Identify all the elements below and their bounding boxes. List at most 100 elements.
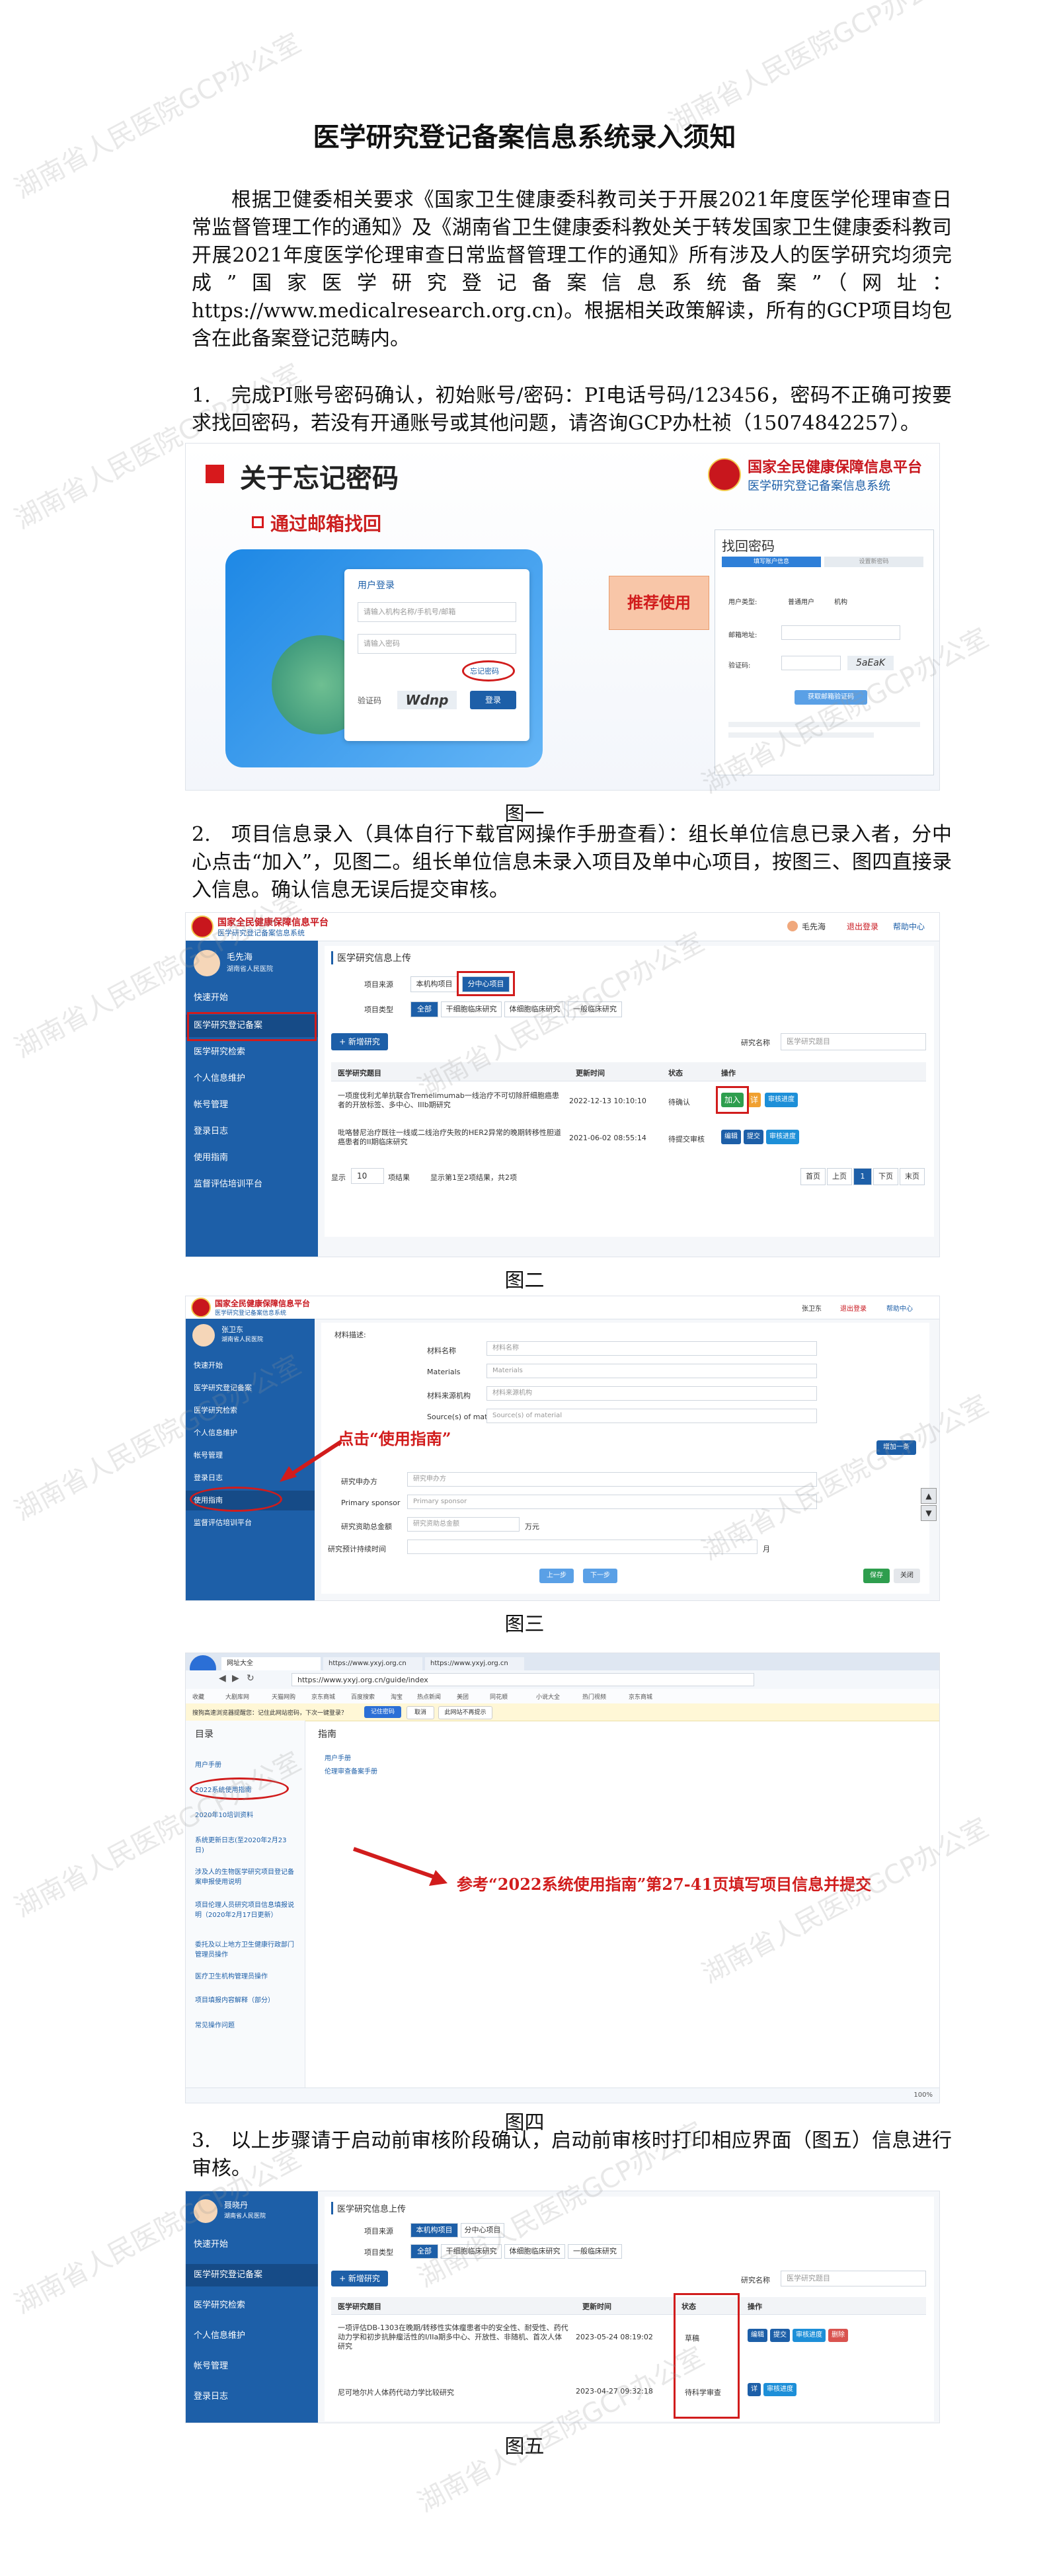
toc-item-5[interactable]: 涉及人的生物医学研究项目登记备案申报使用说明 <box>195 1866 294 1886</box>
save-button[interactable]: 保存 <box>863 1569 890 1583</box>
captcha-image[interactable]: Wdnp <box>397 691 457 709</box>
reset-captcha-image[interactable]: 5aEaK <box>847 656 894 670</box>
material-name-input[interactable]: 材料名称 <box>486 1341 817 1356</box>
cancel-remember-button[interactable]: 取消 <box>407 1706 434 1719</box>
type-tab-stem-cell[interactable]: 干细胞临床研究 <box>441 1001 502 1017</box>
bookmark-9[interactable]: 同花顺 <box>490 1692 508 1701</box>
prev-step-button[interactable]: 上一步 <box>539 1569 574 1583</box>
bookmark-1[interactable]: 收藏 <box>192 1692 204 1701</box>
toc-item-8[interactable]: 医疗卫生机构管理员操作 <box>195 1971 294 1980</box>
nav-profile[interactable]: 个人信息维护 <box>186 1068 318 1090</box>
nav-quick-start[interactable]: 快速开始 <box>186 2234 318 2256</box>
materials-input[interactable]: Materials <box>486 1364 817 1378</box>
type-tab-all[interactable]: 全部 <box>410 2244 438 2259</box>
material-source-input[interactable]: 材料来源机构 <box>486 1386 817 1401</box>
page-size-select[interactable]: 10 <box>351 1168 384 1184</box>
nav-login-log[interactable]: 登录日志 <box>186 2386 318 2408</box>
bookmark-2[interactable]: 大剧库网 <box>225 1692 249 1701</box>
nav-search[interactable]: 医学研究检索 <box>186 1401 315 1421</box>
row-1-progress-button[interactable]: 审核进度 <box>765 1093 798 1107</box>
help-link[interactable]: 帮助中心 <box>886 1303 913 1313</box>
login-username-input[interactable]: 请输入机构名称/手机号/邮箱 <box>358 602 516 622</box>
nav-training[interactable]: 监督评估培训平台 <box>186 1513 315 1533</box>
toc-item-3[interactable]: 2020年10培训资料 <box>195 1809 294 1819</box>
type-tab-general[interactable]: 一般临床研究 <box>568 2244 622 2259</box>
back-icon[interactable]: ◀ <box>219 1673 226 1684</box>
refresh-icon[interactable]: ↻ <box>247 1673 254 1684</box>
toc-item-7[interactable]: 委托及以上地方卫生健康行政部门管理员操作 <box>195 1939 294 1959</box>
type-tab-somatic[interactable]: 体细胞临床研究 <box>504 2244 565 2259</box>
type-tab-general[interactable]: 一般临床研究 <box>568 1001 622 1017</box>
row-1-detail-button[interactable]: 详 <box>748 1093 761 1107</box>
add-one-button[interactable]: 增加一条 <box>876 1440 916 1455</box>
reset-type-org[interactable]: 机构 <box>834 596 847 606</box>
tab-2[interactable]: https://www.yxyj.org.cn <box>323 1657 422 1670</box>
nav-login-log[interactable]: 登录日志 <box>186 1120 318 1143</box>
logout-link[interactable]: 退出登录 <box>840 1303 867 1313</box>
pager-page-1[interactable]: 1 <box>853 1168 872 1185</box>
tab-1[interactable]: 网址大全 <box>221 1657 321 1670</box>
add-research-button[interactable]: + 新增研究 <box>331 1033 388 1050</box>
row-1-progress-button[interactable]: 审核进度 <box>793 2329 826 2342</box>
remember-password-button[interactable]: 记住密码 <box>364 1706 401 1718</box>
nav-quick-start[interactable]: 快速开始 <box>186 1356 315 1376</box>
next-step-button[interactable]: 下一步 <box>583 1569 617 1583</box>
bookmark-7[interactable]: 热点新闻 <box>417 1692 441 1701</box>
nav-registration[interactable]: 医学研究登记备案 <box>186 1378 315 1398</box>
toc-item-1[interactable]: 用户手册 <box>195 1759 294 1769</box>
row-2-detail-button[interactable]: 详 <box>748 2383 761 2396</box>
period-input[interactable] <box>407 1540 758 1554</box>
toc-item-6[interactable]: 项目伦理人员研究项目信息填报说明（2020年2月17日更新） <box>195 1899 294 1919</box>
bookmark-4[interactable]: 京东商城 <box>311 1692 335 1701</box>
nav-account[interactable]: 帐号管理 <box>186 1094 318 1116</box>
reset-code-input[interactable] <box>781 656 841 670</box>
nav-quick-start[interactable]: 快速开始 <box>186 987 318 1009</box>
tab-own-projects[interactable]: 本机构项目 <box>410 2223 458 2238</box>
search-input[interactable]: 医学研究题目 <box>781 2271 926 2286</box>
nav-search[interactable]: 医学研究检索 <box>186 1041 318 1064</box>
search-input[interactable]: 医学研究题目 <box>781 1033 926 1050</box>
row-2-progress-button[interactable]: 审核进度 <box>763 2383 796 2396</box>
add-research-button[interactable]: + 新增研究 <box>331 2271 388 2286</box>
sponsor-input[interactable]: 研究申办方 <box>407 1472 817 1487</box>
guide-link-ethics-manual[interactable]: 伦理审查备案手册 <box>325 1766 377 1776</box>
logout-link[interactable]: 退出登录 <box>847 921 878 932</box>
toc-item-10[interactable]: 常见操作问题 <box>195 2019 294 2029</box>
get-email-code-button[interactable]: 获取邮箱验证码 <box>795 690 867 705</box>
zoom-level[interactable]: 100% <box>913 2091 933 2099</box>
nav-profile[interactable]: 个人信息维护 <box>186 2325 318 2347</box>
pager-first[interactable]: 首页 <box>800 1168 826 1185</box>
reset-type-regular[interactable]: 普通用户 <box>788 596 814 606</box>
toc-item-4[interactable]: 系统更新日志(至2020年2月23日) <box>195 1834 294 1854</box>
tab-3[interactable]: https://www.yxyj.org.cn <box>425 1657 524 1670</box>
pager-prev[interactable]: 上页 <box>827 1168 852 1185</box>
login-button[interactable]: 登录 <box>470 691 516 709</box>
address-input[interactable]: https://www.yxyj.org.cn/guide/index <box>291 1673 754 1686</box>
type-tab-all[interactable]: 全部 <box>410 1001 438 1017</box>
type-tab-somatic[interactable]: 体细胞临床研究 <box>504 1001 565 1017</box>
pager-last[interactable]: 末页 <box>900 1168 925 1185</box>
nav-training[interactable]: 监督评估培训平台 <box>186 1173 318 1196</box>
row-1-edit-button[interactable]: 编辑 <box>748 2329 767 2342</box>
bookmark-5[interactable]: 百度搜索 <box>351 1692 375 1701</box>
bookmark-8[interactable]: 美团 <box>457 1692 469 1701</box>
row-1-delete-button[interactable]: 删除 <box>828 2329 848 2342</box>
reset-email-input[interactable] <box>781 625 900 640</box>
tab-sub-center-projects[interactable]: 分中心项目 <box>461 2223 504 2238</box>
nav-registration[interactable]: 医学研究登记备案 <box>186 2264 318 2286</box>
bookmark-6[interactable]: 淘宝 <box>391 1692 403 1701</box>
type-tab-stem-cell[interactable]: 干细胞临床研究 <box>441 2244 502 2259</box>
never-prompt-button[interactable]: 此网站不再提示 <box>438 1706 492 1719</box>
toc-item-9[interactable]: 项目填报内容解释（部分） <box>195 1994 294 2004</box>
help-link[interactable]: 帮助中心 <box>893 921 925 932</box>
bookmark-3[interactable]: 天猫网购 <box>272 1692 295 1701</box>
row-2-edit-button[interactable]: 编辑 <box>721 1130 741 1144</box>
guide-link-user-manual[interactable]: 用户手册 <box>325 1752 351 1762</box>
row-1-submit-button[interactable]: 提交 <box>770 2329 790 2342</box>
scroll-up-icon[interactable]: ▲ <box>921 1488 937 1504</box>
nav-account[interactable]: 帐号管理 <box>186 2355 318 2378</box>
nav-search[interactable]: 医学研究检索 <box>186 2294 318 2317</box>
close-button[interactable]: 关闭 <box>894 1569 920 1583</box>
login-password-input[interactable]: 请输入密码 <box>358 634 516 654</box>
material-source-en-input[interactable]: Source(s) of material <box>486 1409 817 1423</box>
